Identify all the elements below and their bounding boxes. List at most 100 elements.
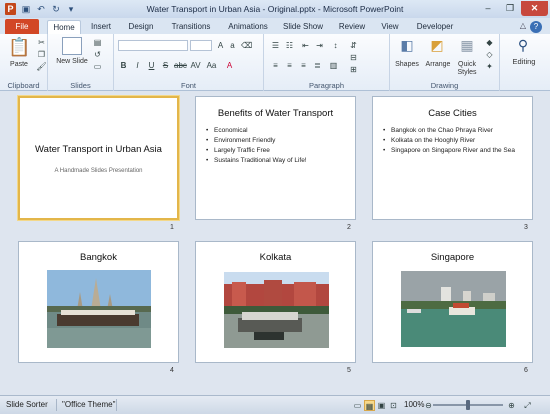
font-size-select[interactable]: [190, 40, 212, 51]
tab-slide-show[interactable]: Slide Show: [278, 20, 328, 34]
zoom-slider-thumb[interactable]: [466, 400, 470, 410]
zoom-in-icon[interactable]: ⊕: [506, 400, 517, 411]
slide-number: 4: [170, 367, 174, 374]
zoom-level[interactable]: 100%: [404, 400, 424, 409]
char-spacing-icon[interactable]: AV: [190, 60, 201, 71]
title-bar: P ▣ ↶ ↻ ▾ Water Transport in Urban Asia …: [0, 0, 550, 18]
bold-icon[interactable]: B: [118, 60, 129, 71]
cut-icon[interactable]: ✂: [36, 37, 47, 48]
format-painter-icon[interactable]: 🖌: [36, 61, 47, 72]
slide-number: 3: [524, 224, 528, 231]
paragraph-label: Paragraph: [308, 81, 345, 90]
font-name-select[interactable]: [118, 40, 188, 51]
shrink-font-icon[interactable]: a: [227, 40, 238, 51]
divider: [116, 399, 117, 411]
slide-sorter-view-icon[interactable]: ▦: [364, 400, 375, 411]
align-right-icon[interactable]: ≡: [298, 60, 309, 71]
tab-transitions[interactable]: Transitions: [164, 20, 218, 34]
copy-icon[interactable]: ❐: [36, 49, 47, 60]
slide-number: 5: [347, 367, 351, 374]
bullet-list: Economical Environment Friendly Largely …: [206, 126, 351, 166]
new-slide-button[interactable]: New Slide: [54, 58, 90, 66]
slide-thumbnail-6[interactable]: Singapore: [372, 241, 533, 363]
status-bar: Slide Sorter "Office Theme" ▭ ▦ ▣ ⊡ 100%…: [0, 395, 550, 414]
bullet-item: Kolkata on the Hooghly River: [383, 136, 528, 146]
tab-animations[interactable]: Animations: [222, 20, 274, 34]
tab-developer[interactable]: Developer: [410, 20, 460, 34]
text-direction-icon[interactable]: ⇵: [348, 40, 359, 51]
strikethrough-icon[interactable]: abc: [174, 60, 187, 71]
italic-icon[interactable]: I: [132, 60, 143, 71]
new-slide-icon[interactable]: [62, 37, 82, 55]
close-icon[interactable]: ✕: [521, 1, 548, 16]
reset-icon[interactable]: ↺: [92, 49, 103, 60]
paste-button[interactable]: Paste: [4, 61, 34, 69]
editing-button[interactable]: Editing: [504, 58, 544, 66]
slide-thumbnail-2[interactable]: Benefits of Water Transport Economical E…: [195, 96, 356, 220]
tab-review[interactable]: Review: [334, 20, 370, 34]
view-indicator: Slide Sorter: [6, 400, 48, 409]
tab-insert[interactable]: Insert: [84, 20, 118, 34]
slide-title: Benefits of Water Transport: [217, 108, 334, 119]
line-spacing-icon[interactable]: ↕: [330, 40, 341, 51]
tab-view[interactable]: View: [376, 20, 404, 34]
help-icon[interactable]: ?: [530, 21, 542, 33]
arrange-button[interactable]: Arrange: [422, 61, 454, 69]
reading-view-icon[interactable]: ▣: [376, 400, 387, 411]
slide-thumbnail-5[interactable]: Kolkata: [195, 241, 356, 363]
section-icon[interactable]: ▭: [92, 61, 103, 72]
clipboard-group: 📋 Paste ✂ ❐ 🖌 Clipboard: [0, 34, 48, 91]
bullet-item: Largely Traffic Free: [206, 146, 351, 156]
bullet-item: Singapore on Singapore River and the Sea: [383, 146, 528, 156]
slide-title: Water Transport in Urban Asia: [35, 144, 162, 155]
shape-fill-icon[interactable]: ◆: [484, 37, 495, 48]
restore-icon[interactable]: ❐: [499, 1, 521, 16]
grow-font-icon[interactable]: A: [215, 40, 226, 51]
drawing-group: ◧ Shapes ◩ Arrange ▦ Quick Styles ◆ ◇ ✦ …: [390, 34, 500, 91]
layout-icon[interactable]: ▤: [92, 37, 103, 48]
minimize-ribbon-icon[interactable]: △: [520, 21, 526, 30]
paste-icon[interactable]: 📋: [8, 38, 30, 60]
smartart-icon[interactable]: ⊞: [348, 64, 359, 75]
clear-format-icon[interactable]: ⌫: [241, 40, 252, 51]
change-case-icon[interactable]: Aa: [206, 60, 217, 71]
binoculars-icon[interactable]: ⚲: [514, 38, 532, 56]
slide-thumbnail-3[interactable]: Case Cities Bangkok on the Chao Phraya R…: [372, 96, 533, 220]
tab-home[interactable]: Home: [47, 20, 81, 34]
tab-design[interactable]: Design: [122, 20, 160, 34]
slide-sorter: Water Transport in Urban Asia A Handmade…: [0, 91, 550, 395]
align-center-icon[interactable]: ≡: [284, 60, 295, 71]
bullets-icon[interactable]: ☰: [270, 40, 281, 51]
align-left-icon[interactable]: ≡: [270, 60, 281, 71]
slide-title: Case Cities: [428, 108, 477, 119]
increase-indent-icon[interactable]: ⇥: [314, 40, 325, 51]
minimize-icon[interactable]: –: [477, 1, 499, 16]
bullet-item: Sustains Traditional Way of Life!: [206, 156, 351, 166]
tab-file[interactable]: File: [5, 19, 39, 34]
font-color-icon[interactable]: A: [224, 60, 235, 71]
theme-indicator[interactable]: "Office Theme": [62, 400, 115, 409]
decrease-indent-icon[interactable]: ⇤: [300, 40, 311, 51]
quick-styles-button[interactable]: Quick Styles: [454, 61, 480, 77]
quick-styles-icon[interactable]: ▦: [458, 38, 476, 56]
normal-view-icon[interactable]: ▭: [352, 400, 363, 411]
slideshow-view-icon[interactable]: ⊡: [388, 400, 399, 411]
arrange-icon[interactable]: ◩: [428, 38, 446, 56]
bullet-item: Environment Friendly: [206, 136, 351, 146]
columns-icon[interactable]: ▥: [328, 60, 339, 71]
justify-icon[interactable]: ≣: [312, 60, 323, 71]
shapes-button[interactable]: Shapes: [392, 61, 422, 69]
slide-number: 1: [170, 224, 174, 231]
align-text-icon[interactable]: ⊟: [348, 52, 359, 63]
shape-effects-icon[interactable]: ✦: [484, 61, 495, 72]
underline-icon[interactable]: U: [146, 60, 157, 71]
shapes-icon[interactable]: ◧: [398, 38, 416, 56]
numbering-icon[interactable]: ☷: [284, 40, 295, 51]
slide-thumbnail-1[interactable]: Water Transport in Urban Asia A Handmade…: [18, 96, 179, 220]
ribbon-tabs: File Home Insert Design Transitions Anim…: [0, 18, 550, 34]
fit-to-window-icon[interactable]: ⤢: [522, 400, 533, 411]
slide-thumbnail-4[interactable]: Bangkok: [18, 241, 179, 363]
shadow-icon[interactable]: S: [160, 60, 171, 71]
editing-group: ⚲ Editing: [500, 34, 550, 91]
shape-outline-icon[interactable]: ◇: [484, 49, 495, 60]
